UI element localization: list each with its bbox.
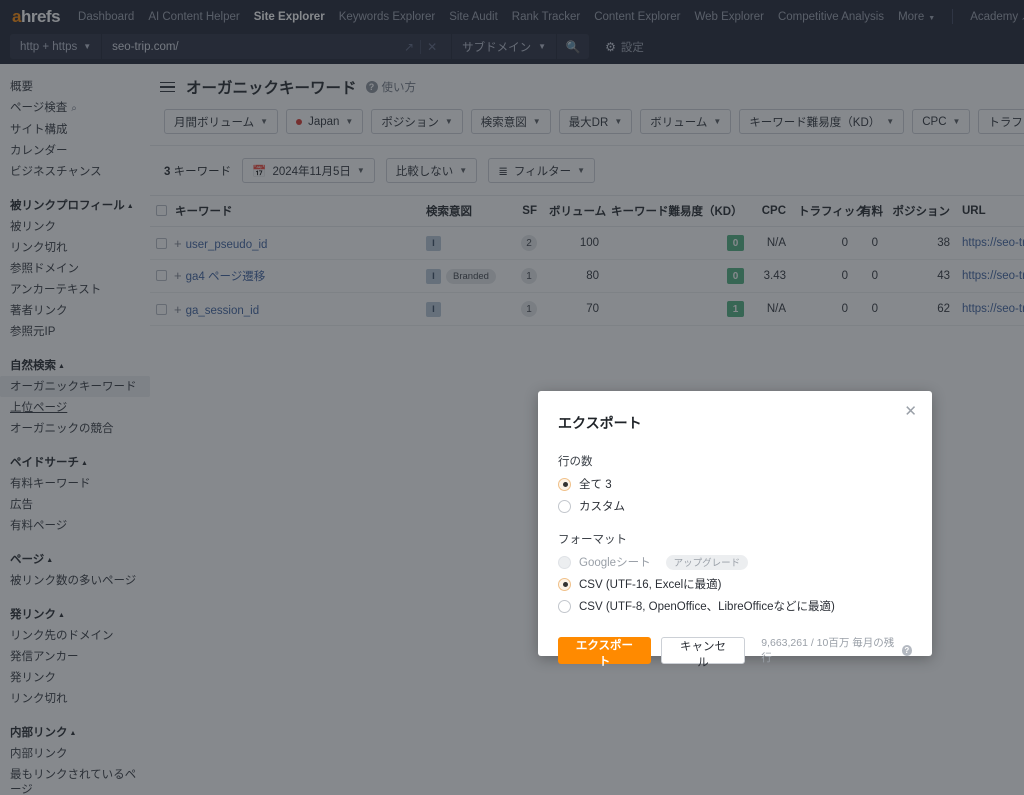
export-modal: ✕ エクスポート 行の数 全て 3 カスタム フォーマット Googleシート アッ…	[538, 391, 932, 669]
upgrade-badge[interactable]: アップグレード	[665, 554, 749, 570]
rows-section: 行の数 全て 3 カスタム	[558, 453, 912, 514]
rows-option-1[interactable]: カスタム	[558, 498, 912, 514]
rows-label-1: カスタム	[579, 501, 625, 513]
format-radio-0	[558, 555, 571, 569]
rows-section-label: 行の数	[558, 456, 593, 468]
format-option-1[interactable]: CSV (UTF-16, Excelに最適)	[558, 576, 912, 592]
format-label-2: CSV (UTF-8, OpenOffice、LibreOfficeなどに最適)	[579, 601, 835, 613]
close-icon[interactable]: ✕	[901, 401, 920, 422]
format-option-2[interactable]: CSV (UTF-8, OpenOffice、LibreOfficeなどに最適)	[558, 598, 912, 614]
format-section: フォーマット Googleシート アップグレード CSV (UTF-16, Exce…	[558, 531, 912, 614]
format-radio-2[interactable]	[558, 599, 571, 613]
format-label-0: Googleシート	[579, 557, 651, 569]
format-option-0: Googleシート アップグレード	[558, 554, 912, 570]
export-button[interactable]: エクスポート	[558, 636, 651, 668]
format-section-label: フォーマット	[558, 534, 627, 546]
rows-radio-0[interactable]	[558, 477, 571, 491]
modal-title: エクスポート	[558, 415, 642, 431]
rows-label-0: 全て 3	[579, 479, 612, 491]
quota-info: 9,663,261 / 10百万 毎月の残行 ?	[761, 635, 912, 665]
modal-actions: エクスポート キャンセル 9,663,261 / 10百万 毎月の残行 ?	[558, 635, 912, 669]
format-label-1: CSV (UTF-16, Excelに最適)	[579, 579, 722, 591]
rows-radio-1[interactable]	[558, 499, 571, 513]
rows-option-0[interactable]: 全て 3	[558, 476, 912, 492]
format-radio-1[interactable]	[558, 577, 571, 591]
quota-text: 9,663,261 / 10百万 毎月の残行	[761, 637, 895, 664]
question-icon[interactable]: ?	[901, 644, 912, 656]
cancel-button[interactable]: キャンセル	[660, 636, 746, 669]
